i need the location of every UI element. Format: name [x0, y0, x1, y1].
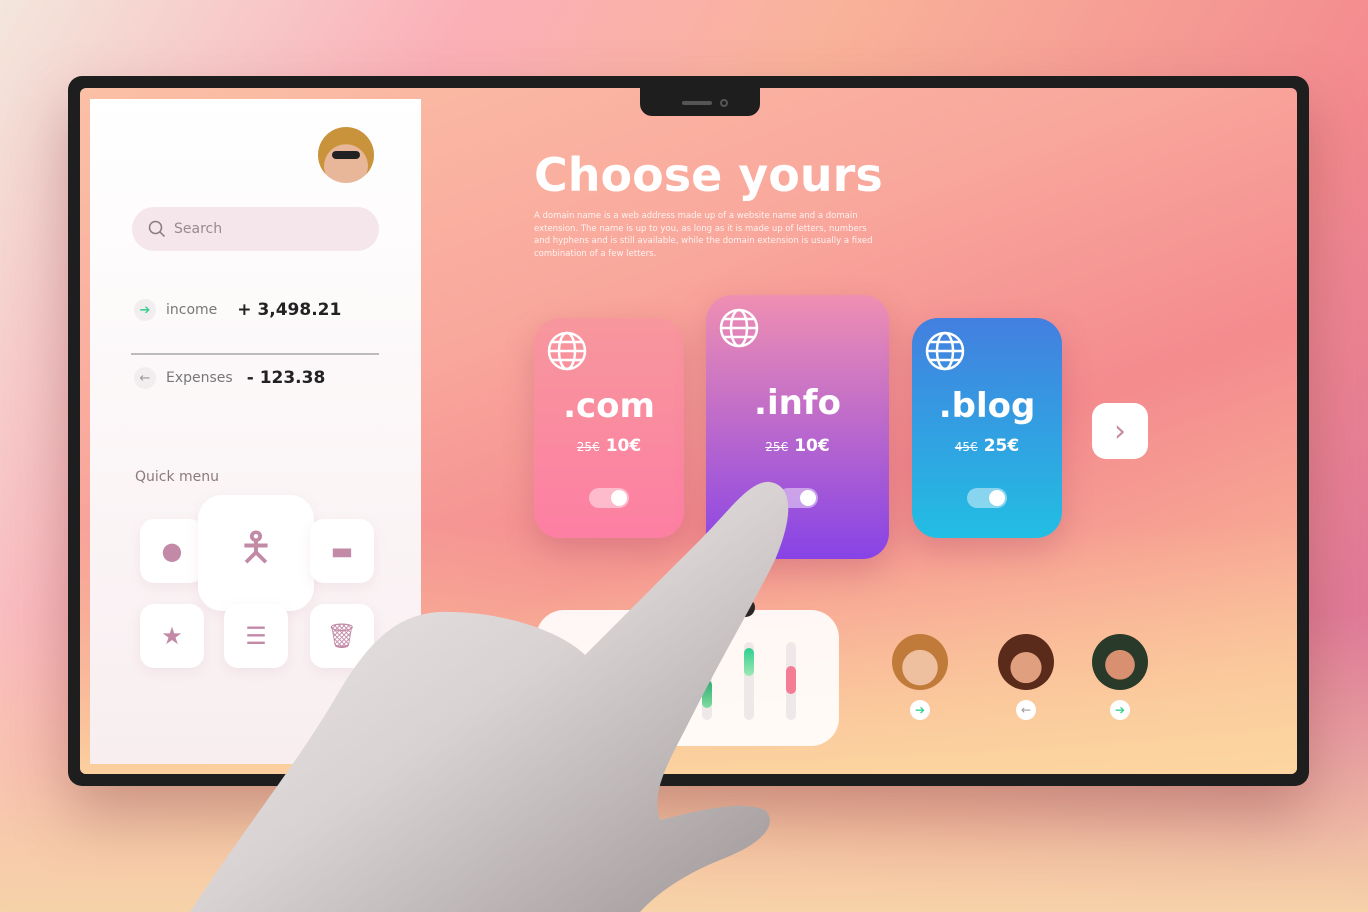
arrow-right-icon: ➔ — [910, 700, 930, 720]
domain-card-blog[interactable]: .blog 45€ 25€ — [912, 318, 1062, 538]
star-icon[interactable]: ★ — [140, 604, 204, 668]
card-toggle[interactable] — [967, 488, 1007, 508]
arrow-right-icon: ➔ — [1110, 700, 1130, 720]
card-price: 25€ 10€ — [706, 436, 889, 456]
person-icon[interactable]: 🯅 — [198, 495, 314, 611]
globe-icon — [547, 331, 587, 371]
card-extension: .blog — [938, 386, 1036, 426]
income-label: income — [166, 302, 218, 318]
card-toggle[interactable] — [589, 488, 629, 508]
card-price: 45€ 25€ — [912, 436, 1062, 456]
arrow-left-icon: ← — [1016, 700, 1036, 720]
contact-1[interactable]: ➔ — [892, 634, 948, 720]
mini-chart — [536, 610, 839, 746]
next-button[interactable]: › — [1092, 403, 1148, 459]
new-price: 10€ — [794, 436, 830, 456]
sidebar: Search ➔ income + 3,498.21 ← Expenses - … — [90, 99, 421, 764]
avatar — [1092, 634, 1148, 690]
camera-icon — [720, 99, 728, 107]
page-description: A domain name is a web address made up o… — [534, 211, 873, 259]
search-icon — [148, 220, 166, 238]
screen: Search ➔ income + 3,498.21 ← Expenses - … — [80, 88, 1297, 774]
chart-bar — [786, 666, 796, 694]
chart-tooltip: 3.520 — [710, 598, 755, 617]
chevron-right-icon: › — [1114, 413, 1126, 449]
income-value: + 3,498.21 — [237, 300, 342, 320]
divider — [131, 353, 379, 355]
card-extension: .info — [754, 383, 841, 423]
card-price: 25€ 10€ — [534, 436, 684, 456]
expenses-value: - 123.38 — [246, 368, 326, 388]
domain-card-info[interactable]: .info 25€ 10€ — [706, 295, 889, 559]
contact-3[interactable]: ➔ — [1092, 634, 1148, 720]
avatar — [998, 634, 1054, 690]
old-price: 25€ — [576, 440, 600, 454]
camera-notch — [640, 88, 760, 116]
arrow-right-icon: ➔ — [134, 299, 156, 321]
globe-icon — [719, 308, 759, 348]
expenses-label: Expenses — [166, 370, 233, 386]
expenses-row: ← Expenses - 123.38 — [134, 367, 325, 389]
new-price: 25€ — [983, 436, 1020, 456]
new-price: 10€ — [605, 436, 642, 456]
page-title: Choose yours — [534, 148, 883, 202]
globe-icon — [925, 331, 965, 371]
search-input[interactable]: Search — [132, 207, 379, 251]
user-avatar[interactable] — [318, 127, 374, 183]
avatar — [892, 634, 948, 690]
old-price: 45€ — [954, 440, 978, 454]
contact-2[interactable]: ← — [998, 634, 1054, 720]
income-row: ➔ income + 3,498.21 — [134, 299, 341, 321]
chart-bar — [702, 680, 712, 708]
card-toggle[interactable] — [778, 488, 818, 508]
card-extension: .com — [563, 386, 655, 426]
domain-card-com[interactable]: .com 25€ 10€ — [534, 318, 684, 538]
user-icon[interactable]: ● — [140, 519, 204, 583]
quick-menu-label: Quick menu — [135, 469, 220, 485]
old-price: 25€ — [765, 440, 789, 454]
search-placeholder: Search — [174, 221, 223, 237]
trash-icon[interactable]: 🗑 — [310, 604, 374, 668]
list-icon[interactable]: ☰ — [224, 604, 288, 668]
folder-icon[interactable]: ▬ — [310, 519, 374, 583]
chart-bar — [744, 648, 754, 676]
tablet: Search ➔ income + 3,498.21 ← Expenses - … — [68, 76, 1309, 786]
arrow-left-icon: ← — [134, 367, 156, 389]
